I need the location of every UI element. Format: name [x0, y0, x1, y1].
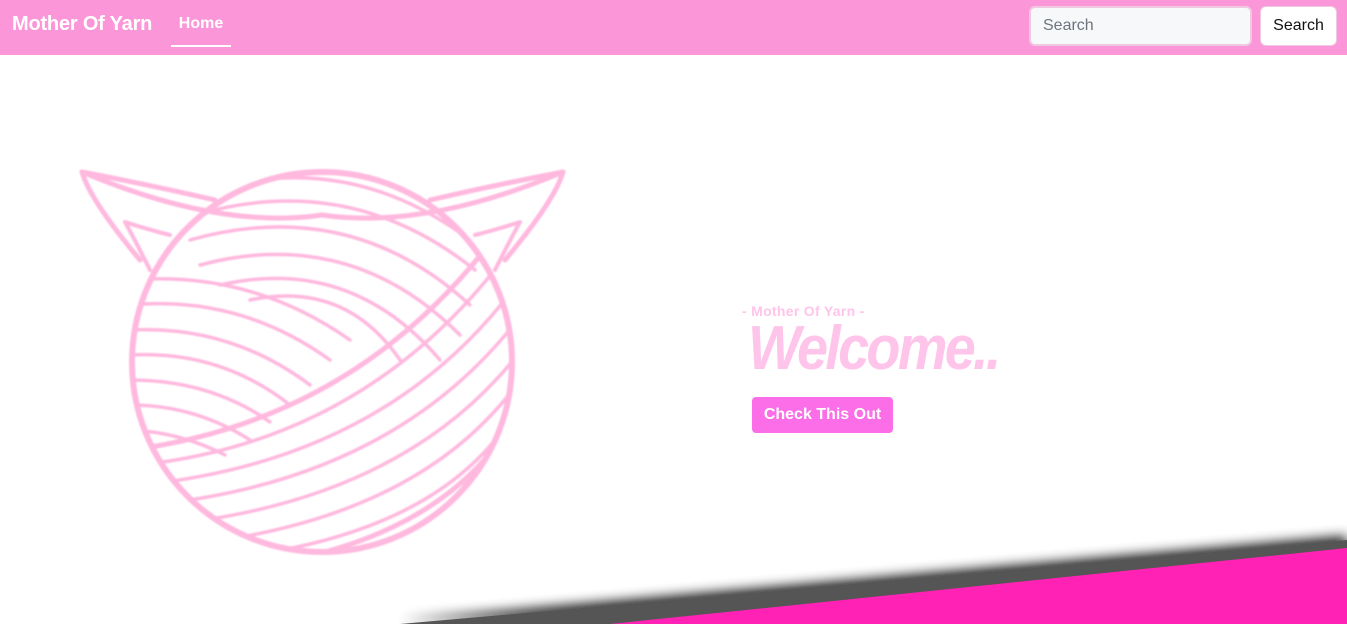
- brand-logo-text[interactable]: Mother Of Yarn: [12, 13, 152, 36]
- search-input[interactable]: [1029, 6, 1252, 46]
- check-this-out-button[interactable]: Check This Out: [752, 397, 893, 433]
- hero-headline: Welcome..: [748, 314, 1001, 383]
- search-button[interactable]: Search: [1260, 6, 1337, 46]
- top-navbar: Mother Of Yarn Home Search: [0, 0, 1347, 55]
- bottom-decorative-band: [0, 520, 1347, 624]
- nav-link-home[interactable]: Home: [171, 0, 231, 47]
- yarn-ball-cat-icon: [70, 160, 575, 565]
